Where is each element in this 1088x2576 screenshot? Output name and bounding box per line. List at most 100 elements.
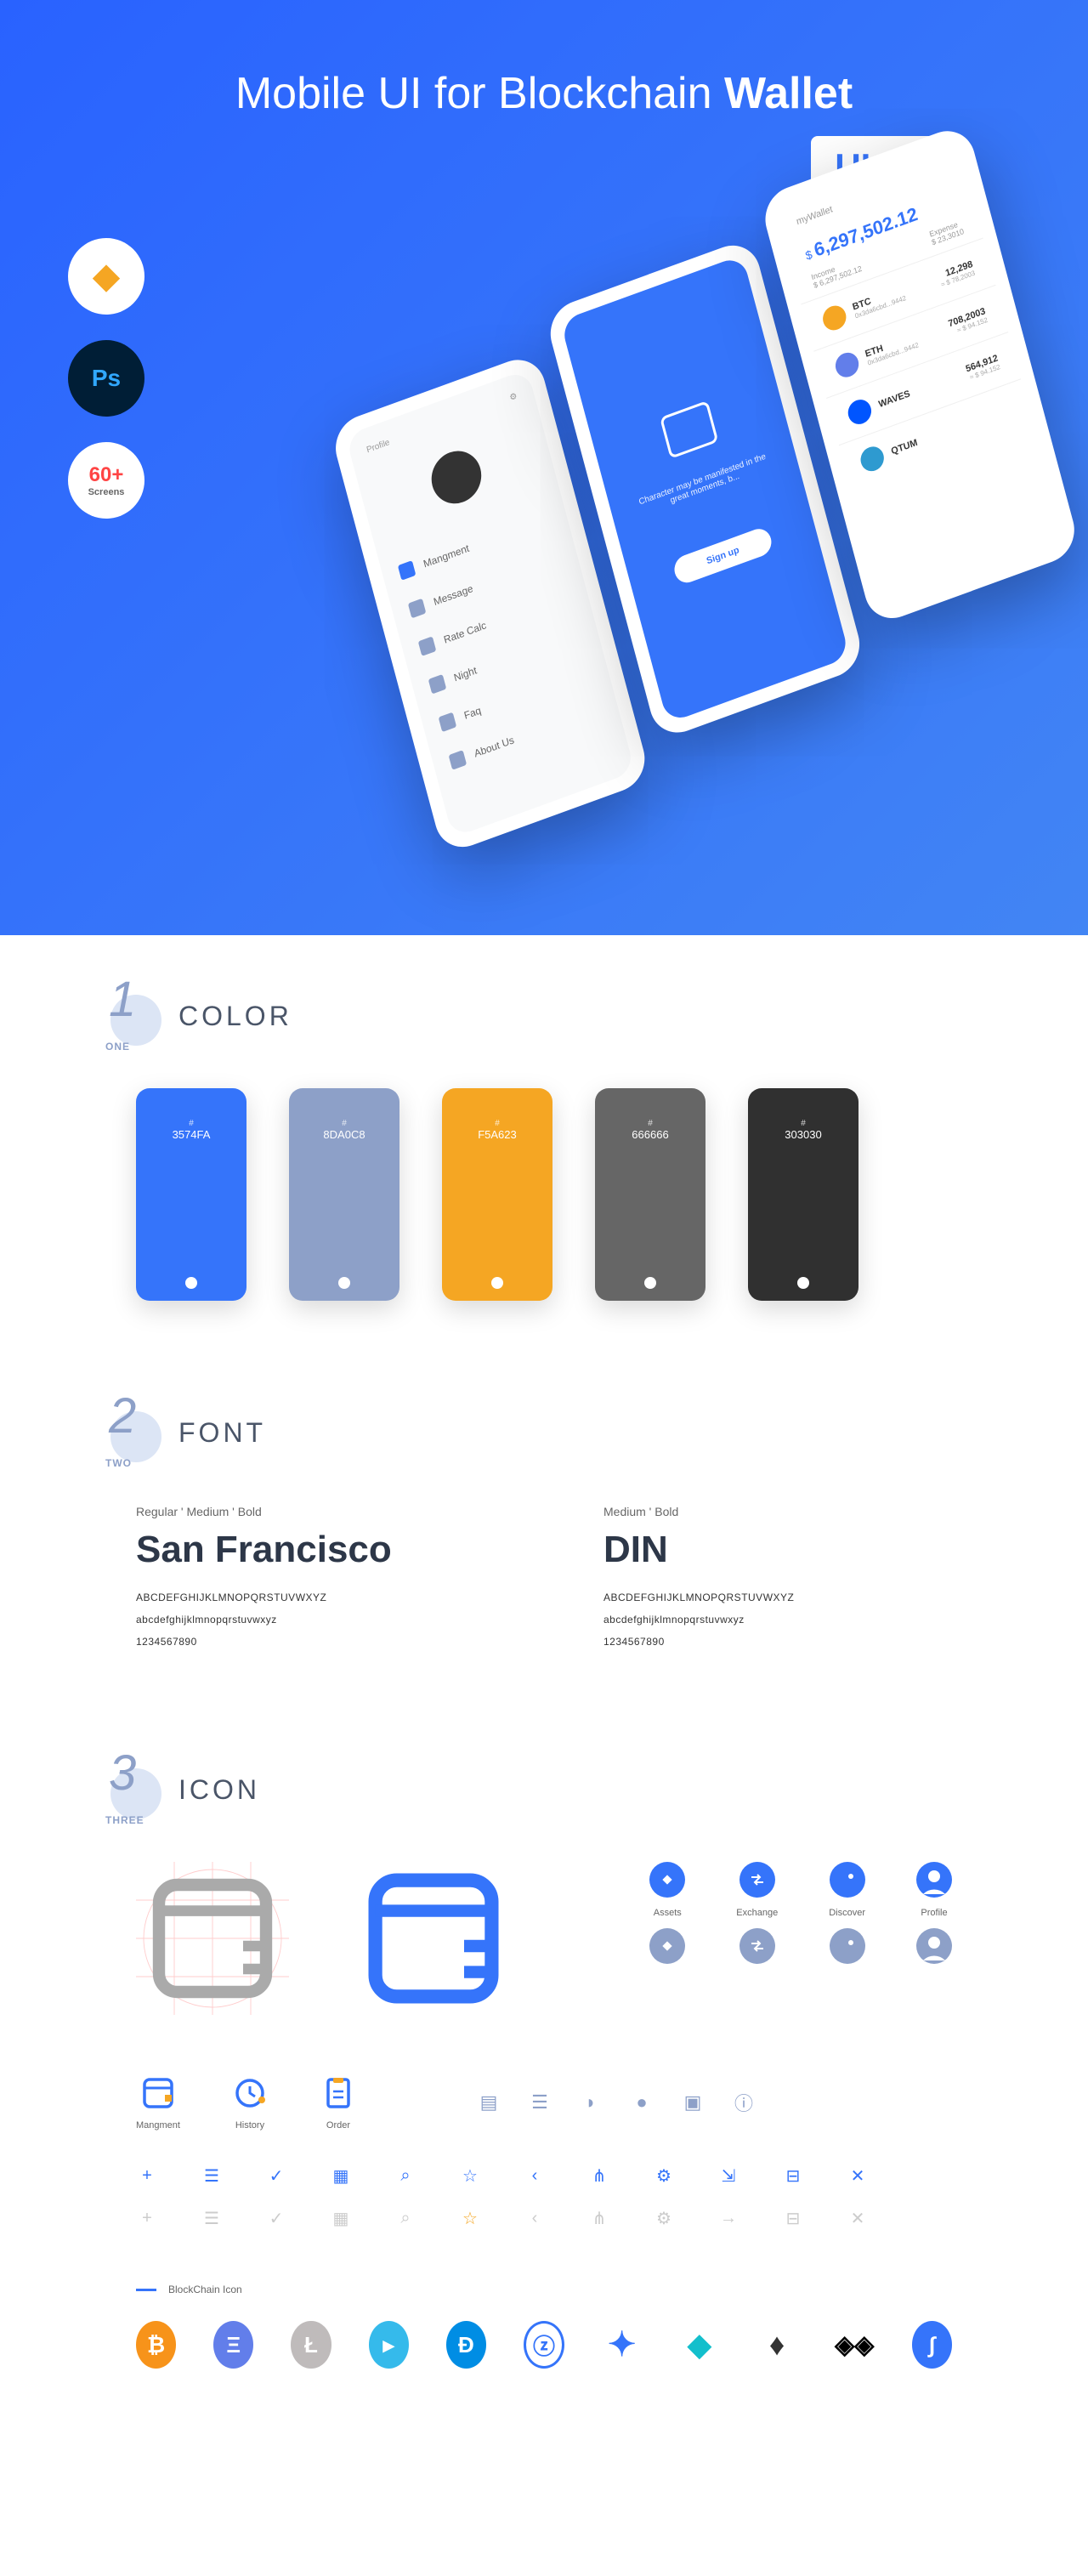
- plus-icon: +: [136, 2165, 158, 2187]
- section-icon: 3 THREE ICON Assets Exchange Discov: [0, 1709, 1088, 2420]
- ethereum-icon: Ξ: [213, 2321, 253, 2369]
- blockchain-label: BlockChain Icon: [102, 2250, 986, 2321]
- wallet-icon-blue: [357, 1862, 510, 2015]
- zcash-icon: ⓩ: [524, 2321, 564, 2369]
- network-icon: ✦: [602, 2321, 642, 2369]
- tool-badges: ◆ Ps 60+ Screens: [68, 238, 144, 519]
- search-icon-grey: ⌕: [394, 2207, 416, 2229]
- assets-icon-grey: [649, 1928, 685, 1964]
- signup-button: Sign up: [672, 525, 774, 587]
- photoshop-icon: Ps: [68, 340, 144, 417]
- menu-mangment: Mangment: [422, 542, 471, 570]
- share-icon: ⋔: [588, 2165, 610, 2187]
- qr-icon: ▦: [330, 2165, 352, 2187]
- avatar: [426, 444, 487, 511]
- exchange-icon-grey: [740, 1928, 775, 1964]
- scan-icon: ⊟: [782, 2165, 804, 2187]
- chat-icon: ▣: [680, 2090, 706, 2115]
- utility-icons-active: + ☰ ✓ ▦ ⌕ ☆ ‹ ⋔ ⚙ ⇲ ⊟ ✕: [102, 2165, 986, 2187]
- profile-menu: Mangment Message Rate Calc Night Faq Abo…: [374, 477, 626, 803]
- gear-icon-grey: ⚙: [653, 2207, 675, 2229]
- order-icon: Order: [320, 2074, 357, 2131]
- history-icon: History: [231, 2074, 269, 2131]
- section-title-font: FONT: [178, 1417, 266, 1449]
- color-swatch-F5A623: #F5A623: [442, 1088, 552, 1301]
- chevron-left-icon: ‹: [524, 2165, 546, 2187]
- plus-icon-grey: +: [136, 2207, 158, 2229]
- search-icon: ⌕: [394, 2165, 416, 2187]
- wallet-icon-grid: [136, 1862, 289, 2015]
- color-swatches: #3574FA #8DA0C8 #F5A623 #666666 #303030: [102, 1088, 986, 1301]
- screens-label: Screens: [88, 487, 125, 497]
- screens-count: 60+: [89, 463, 124, 487]
- gear-icon: ⚙: [508, 391, 518, 403]
- section-color: 1 ONE COLOR #3574FA #8DA0C8 #F5A623 #666666…: [0, 935, 1088, 1352]
- mangment-icon: Mangment: [136, 2074, 180, 2131]
- bitshares-icon: ▸: [369, 2321, 409, 2369]
- utility-icons-inactive: + ☰ ✓ ▦ ⌕ ☆ ‹ ⋔ ⚙ → ⊟ ✕: [102, 2207, 986, 2229]
- info-icon: ⓘ: [731, 2090, 756, 2115]
- discover-icon-grey: [830, 1928, 865, 1964]
- layers-icon: ☰: [527, 2090, 552, 2115]
- section-title-color: COLOR: [178, 1001, 292, 1032]
- section-number-2: 2 TWO: [102, 1403, 162, 1462]
- qr-icon-grey: ▦: [330, 2207, 352, 2229]
- section-number-3: 3 THREE: [102, 1760, 162, 1819]
- exchange-icon: [740, 1862, 775, 1898]
- bitcoin-icon: ₿: [136, 2321, 176, 2369]
- star-icon-orange: ☆: [459, 2207, 481, 2229]
- color-swatch-8DA0C8: #8DA0C8: [289, 1088, 400, 1301]
- section-font: 2 TWO FONT Regular ' Medium ' Bold San F…: [0, 1352, 1088, 1709]
- hero-title-pre: Mobile UI for Blockchain: [235, 69, 724, 118]
- menu-rate: Rate Calc: [442, 619, 487, 646]
- profile-icon: [916, 1862, 952, 1898]
- litecoin-icon: Ł: [291, 2321, 331, 2369]
- wallet-icon: [660, 400, 718, 459]
- hero-section: Mobile UI for Blockchain Wallet UI Kit ◆…: [0, 0, 1088, 935]
- menu-about: About Us: [473, 734, 515, 759]
- section-number-1: 1 ONE: [102, 986, 162, 1046]
- status-icon: ∫: [912, 2321, 952, 2369]
- scan-icon-grey: ⊟: [782, 2207, 804, 2229]
- color-swatch-3574FA: #3574FA: [136, 1088, 246, 1301]
- discover-icon: [830, 1862, 865, 1898]
- eos-icon: ♦: [756, 2321, 796, 2369]
- font-sanfrancisco: Regular ' Medium ' Bold San Francisco AB…: [136, 1505, 484, 1658]
- sketch-icon: ◆: [68, 238, 144, 315]
- message-icon: ▤: [476, 2090, 502, 2115]
- check-icon-grey: ✓: [265, 2207, 287, 2229]
- profile-icon-grey: [916, 1928, 952, 1964]
- close-icon-grey: ✕: [847, 2207, 869, 2229]
- phone-mockups: Profile ⚙ Mangment Message Rate Calc Nigh…: [311, 99, 1088, 935]
- crypto-icons: ₿ Ξ Ł ▸ Đ ⓩ ✦ ◆ ♦ ◈◈ ∫: [102, 2321, 986, 2369]
- share-icon-grey: ⋔: [588, 2207, 610, 2229]
- profile-title: Profile: [366, 438, 391, 455]
- nav-icons: Assets Exchange Discover Profile: [649, 1862, 952, 1964]
- document-icon: ☰: [201, 2165, 223, 2187]
- document-icon-grey: ☰: [201, 2207, 223, 2229]
- tenx-icon: ◈◈: [835, 2321, 875, 2369]
- font-din: Medium ' Bold DIN ABCDEFGHIJKLMNOPQRSTUV…: [604, 1505, 952, 1658]
- screens-badge: 60+ Screens: [68, 442, 144, 519]
- export-icon: ⇲: [717, 2165, 740, 2187]
- section-title-icon: ICON: [178, 1774, 260, 1806]
- signup-quote: Character may be manifested in the great…: [634, 451, 774, 518]
- waves-icon: ◆: [679, 2321, 719, 2369]
- moon-icon: ◗: [578, 2090, 604, 2115]
- check-icon: ✓: [265, 2165, 287, 2187]
- hero-title: Mobile UI for Blockchain Wallet: [68, 68, 1020, 119]
- gear-icon: ⚙: [653, 2165, 675, 2187]
- star-icon: ☆: [459, 2165, 481, 2187]
- dash-icon: Đ: [446, 2321, 486, 2369]
- hero-title-bold: Wallet: [724, 69, 853, 118]
- menu-message: Message: [433, 582, 474, 608]
- circle-icon: ●: [629, 2090, 654, 2115]
- chevron-left-icon-grey: ‹: [524, 2207, 546, 2229]
- color-swatch-666666: #666666: [595, 1088, 706, 1301]
- menu-faq: Faq: [462, 704, 482, 722]
- color-swatch-303030: #303030: [748, 1088, 858, 1301]
- assets-icon: [649, 1862, 685, 1898]
- menu-night: Night: [452, 664, 478, 684]
- close-icon: ✕: [847, 2165, 869, 2187]
- arrow-right-icon: →: [717, 2207, 740, 2229]
